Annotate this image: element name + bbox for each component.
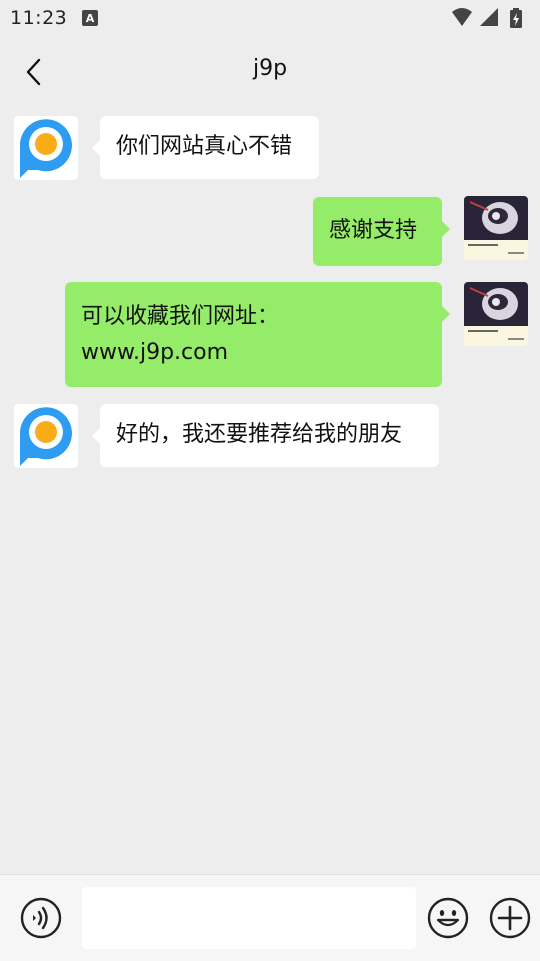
message-text: 好的，我还要推荐给我的朋友: [116, 422, 403, 447]
user-avatar-image: [464, 196, 528, 260]
message-bubble-outgoing[interactable]: 感谢支持: [313, 197, 450, 266]
user-avatar-image: [464, 282, 528, 346]
plus-button[interactable]: [489, 897, 531, 939]
notification-icon: A: [82, 10, 98, 26]
voice-button[interactable]: [20, 897, 62, 939]
p-logo-avatar[interactable]: [14, 116, 78, 180]
message-text: 感谢支持: [329, 218, 418, 243]
signal-icon: [480, 8, 498, 26]
message-bubble-incoming[interactable]: 你们网站真心不错: [92, 116, 319, 179]
status-time: 11:23: [10, 7, 68, 29]
status-icons: [450, 6, 532, 30]
emoji-icon: [427, 897, 469, 939]
user-avatar[interactable]: [464, 196, 528, 260]
user-avatar[interactable]: [464, 282, 528, 346]
message-text: 你们网站真心不错: [116, 134, 293, 159]
message-bubble-outgoing[interactable]: 可以收藏我们网址： www.j9p.com: [65, 282, 450, 387]
message-text-line: www.j9p.com: [81, 340, 229, 365]
message-bubble-incoming[interactable]: 好的，我还要推荐给我的朋友: [92, 404, 439, 467]
p-logo-icon: [20, 407, 72, 466]
chat-header: j9p: [0, 36, 540, 106]
plus-icon: [489, 897, 531, 939]
voice-icon: [20, 897, 62, 939]
status-bar: 11:23 A: [0, 0, 540, 36]
wifi-icon: [452, 8, 472, 26]
input-bar: [0, 874, 540, 961]
p-logo-icon: [20, 119, 72, 178]
chat-title: j9p: [252, 56, 288, 81]
message-text-line: 可以收藏我们网址：: [81, 304, 280, 329]
emoji-button[interactable]: [427, 897, 469, 939]
message-input[interactable]: [82, 887, 416, 949]
battery-charging-icon: [510, 8, 522, 28]
p-logo-avatar[interactable]: [14, 404, 78, 468]
